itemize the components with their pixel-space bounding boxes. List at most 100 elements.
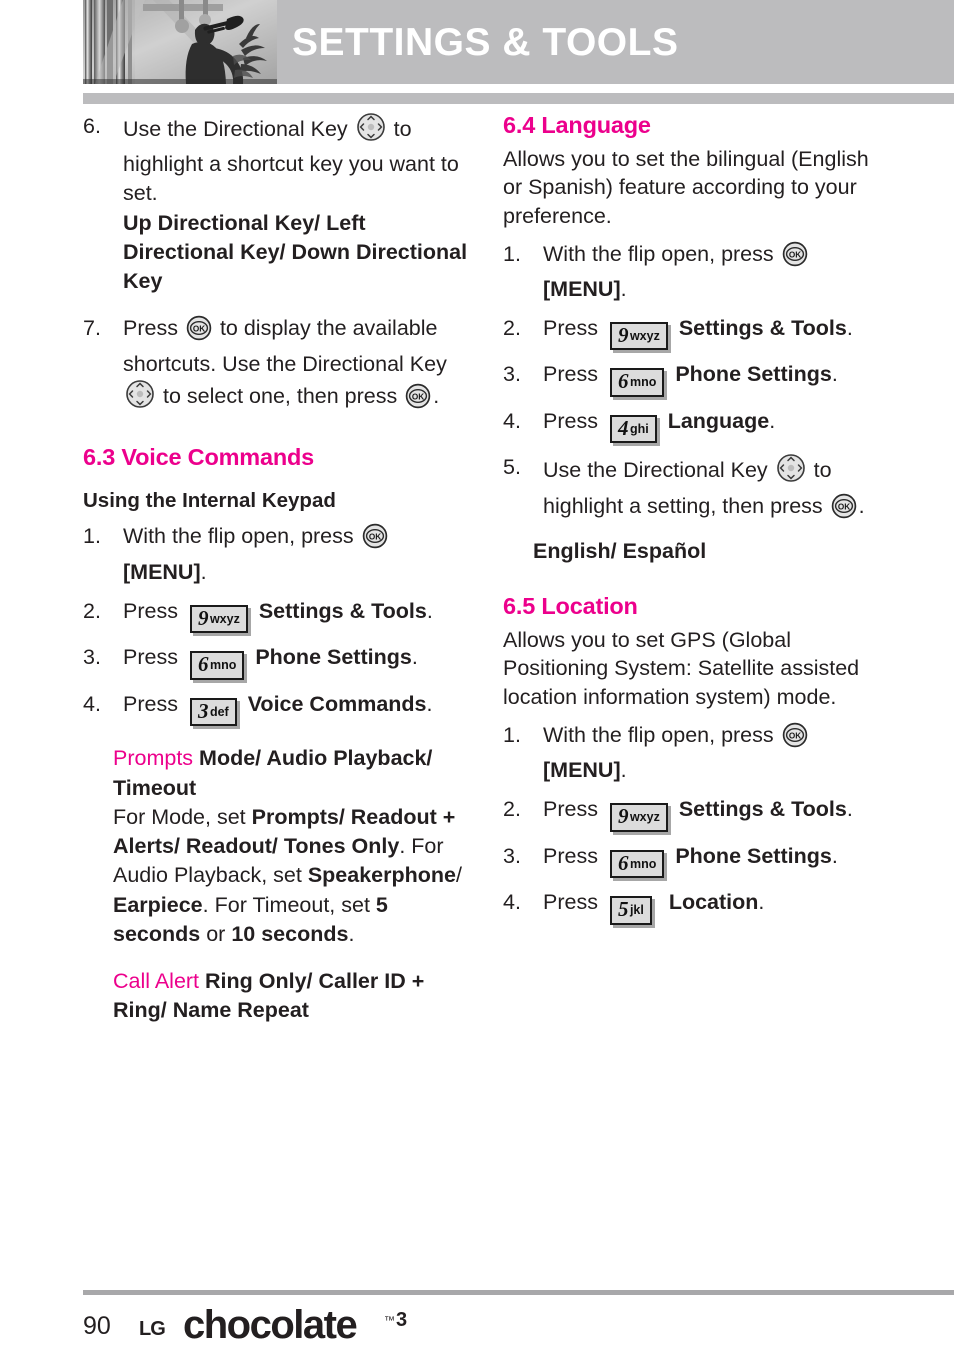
svg-text:OK: OK xyxy=(412,392,424,401)
step-6-4-5: 5. Use the Directional Key to highlight a… xyxy=(503,453,888,526)
step-period: . xyxy=(426,598,433,623)
step-text: Press xyxy=(543,797,598,822)
svg-text:3: 3 xyxy=(396,1309,407,1331)
svg-text:chocolate: chocolate xyxy=(183,1303,356,1347)
step-6-4-2: 2. Press 9 wxyz Settings & Tools. xyxy=(503,314,888,351)
ok-key-icon: OK xyxy=(831,493,857,527)
step-text: Press xyxy=(543,362,598,387)
detail-term-call-alert: Call Alert xyxy=(113,969,200,994)
step-number: 3. xyxy=(503,362,521,387)
header-divider xyxy=(83,93,954,104)
key-letters: mno xyxy=(629,856,657,871)
keypad-4-icon: 4 ghi xyxy=(609,414,657,444)
step-6-3-4: 4. Press 3 def Voice Commands. xyxy=(83,690,468,727)
section-heading-6-5: 6.5 Location xyxy=(503,593,638,620)
step-text: Press xyxy=(543,843,598,868)
key-digit: 9 xyxy=(617,322,629,347)
key-letters: wxyz xyxy=(209,611,240,626)
step-6: 6. Use the Directional Key to highlight a… xyxy=(83,112,468,296)
step-number: 1. xyxy=(83,524,101,549)
step-6-text-a: Use the Directional Key xyxy=(123,117,348,141)
step-6-3-2: 2. Press 9 wxyz Settings & Tools. xyxy=(83,597,468,634)
directional-key-icon xyxy=(356,112,386,150)
step-text: Press xyxy=(543,890,598,915)
step-text: With the flip open, press xyxy=(543,241,774,266)
detail-desc-mode-c: . xyxy=(399,834,406,859)
step-text: With the flip open, press xyxy=(543,722,774,747)
key-digit: 6 xyxy=(197,652,209,677)
step-6-3-3: 3. Press 6 mno Phone Settings. xyxy=(83,643,468,680)
left-column: 6. Use the Directional Key to highlight a… xyxy=(83,112,468,1036)
step-bold-label: [MENU] xyxy=(543,276,621,301)
page-number: 90 xyxy=(83,1312,111,1340)
key-letters: jkl xyxy=(629,903,644,918)
page-footer: 90 LG chocolate ™ 3 xyxy=(83,1302,783,1352)
ok-key-icon: OK xyxy=(362,523,388,557)
step-period: . xyxy=(620,276,627,301)
directional-key-icon xyxy=(776,453,806,491)
step-period: . xyxy=(858,493,865,518)
key-letters: wxyz xyxy=(629,810,660,825)
lg-chocolate-logo: LG chocolate ™ 3 xyxy=(139,1302,449,1357)
step-7-text-d: . xyxy=(433,383,440,408)
keypad-6-icon: 6 mno xyxy=(609,849,665,879)
step-period: . xyxy=(411,645,418,670)
directional-key-icon xyxy=(125,379,155,417)
key-letters: def xyxy=(209,704,229,719)
step-6-3-1: 1. With the flip open, press OK [MENU]. xyxy=(83,522,468,586)
step-period: . xyxy=(846,797,853,822)
options-line: English/ Español xyxy=(533,538,707,563)
keypad-6-icon: 6 mno xyxy=(189,650,245,680)
step-6-bold-line: Up Directional Key/ Left Directional Key… xyxy=(123,210,468,294)
step-6-5-3: 3. Press 6 mno Phone Settings. xyxy=(503,842,888,879)
subheading-internal-keypad: Using the Internal Keypad xyxy=(83,488,336,512)
step-text: With the flip open, press xyxy=(123,524,354,549)
step-number: 4. xyxy=(503,408,521,433)
svg-text:OK: OK xyxy=(369,533,381,542)
keypad-5-icon: 5 jkl xyxy=(609,895,652,925)
step-period: . xyxy=(426,691,433,716)
step-period: . xyxy=(758,890,765,915)
key-digit: 6 xyxy=(617,850,629,875)
step-number: 1. xyxy=(503,722,521,747)
key-letters: wxyz xyxy=(629,328,660,343)
keypad-9-icon: 9 wxyz xyxy=(609,321,668,351)
step-bold-label: Phone Settings xyxy=(675,843,832,868)
detail-desc-mode-a: For Mode, set xyxy=(113,804,252,829)
key-letters: ghi xyxy=(629,421,649,436)
step-6-5-4: 4. Press 5 jkl Location. xyxy=(503,888,888,925)
detail-desc-audio-i: . xyxy=(348,921,355,946)
step-bold-label: Phone Settings xyxy=(255,645,412,670)
step-bold-label: Settings & Tools xyxy=(678,315,847,340)
step-text: Press xyxy=(543,315,598,340)
step-7: 7. Press OK to display the available shor… xyxy=(83,314,468,417)
step-period: . xyxy=(769,408,776,433)
key-digit: 9 xyxy=(617,804,629,829)
page-header: SETTINGS & TOOLS xyxy=(0,0,954,84)
svg-text:OK: OK xyxy=(193,325,205,334)
step-6-4-4: 4. Press 4 ghi Language. xyxy=(503,407,888,444)
step-period: . xyxy=(846,315,853,340)
ok-key-icon: OK xyxy=(405,383,431,417)
page-title: SETTINGS & TOOLS xyxy=(292,21,679,64)
detail-desc-audio-d: Earpiece xyxy=(113,892,203,917)
step-text: Press xyxy=(123,598,178,623)
step-bold-label: Language xyxy=(667,408,770,433)
step-text: Press xyxy=(123,691,178,716)
step-bold-label: Phone Settings xyxy=(675,362,832,387)
detail-desc-audio-e: . For Timeout, set xyxy=(202,892,376,917)
step-text: Press xyxy=(543,408,598,433)
svg-text:™: ™ xyxy=(384,1315,395,1327)
detail-desc-audio-h: 10 seconds xyxy=(231,921,349,946)
step-6-4-1: 1. With the flip open, press OK [MENU]. xyxy=(503,240,888,304)
detail-call-alert: Call Alert Ring Only/ Caller ID + Ring/ … xyxy=(83,967,468,1025)
step-period: . xyxy=(620,757,627,782)
keypad-3-icon: 3 def xyxy=(189,697,237,727)
keypad-9-icon: 9 wxyz xyxy=(189,604,248,634)
step-6-number: 6. xyxy=(83,114,101,138)
svg-text:OK: OK xyxy=(789,731,801,740)
svg-text:LG: LG xyxy=(139,1318,165,1340)
section-heading-6-3: 6.3 Voice Commands xyxy=(83,444,315,471)
step-bold-label: Location xyxy=(668,890,759,915)
section-6-5-intro: Allows you to set GPS (Global Positionin… xyxy=(503,627,860,710)
